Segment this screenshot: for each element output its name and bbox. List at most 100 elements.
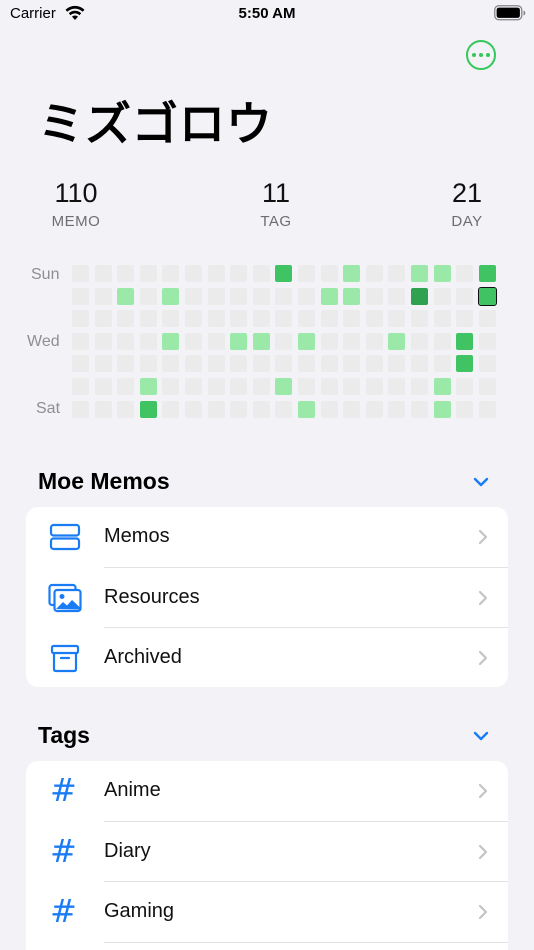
heatmap-cell (117, 265, 135, 282)
heatmap-cell (411, 332, 428, 350)
heatmap-cell (433, 378, 451, 395)
list-item-memos[interactable]: Memos (26, 507, 508, 568)
list-item-archived[interactable]: Archived (26, 628, 508, 687)
heatmap-cell (433, 332, 451, 350)
heatmap-cell (185, 287, 202, 305)
heatmap-cell (139, 310, 157, 328)
heatmap-cell (230, 355, 248, 373)
heatmap-cell (230, 332, 248, 350)
heatmap-cell (94, 332, 112, 350)
heatmap-cell (230, 265, 248, 282)
heatmap-cell (94, 378, 112, 395)
moe-memos-list: Memos Resources Archived (26, 507, 508, 687)
heatmap-cell (411, 400, 428, 418)
heatmap-cell (433, 310, 451, 328)
heatmap-cell (320, 310, 338, 328)
rectangles-stack-icon (49, 523, 81, 551)
heatmap-cell (252, 355, 270, 373)
heatmap-cell (230, 400, 248, 418)
heatmap-cell (252, 265, 270, 282)
heatmap-cell (365, 332, 383, 350)
heatmap-cell (433, 287, 451, 305)
heatmap-cell (433, 400, 451, 418)
heatmap-cell (456, 378, 474, 395)
list-item-tag-anime[interactable]: # Anime (26, 761, 508, 822)
heatmap-cell (388, 378, 406, 395)
tags-list: # Anime # Diary # Gaming (26, 761, 508, 950)
heatmap-cell (117, 378, 135, 395)
heatmap-cell (117, 400, 135, 418)
heatmap-cell (478, 265, 496, 282)
chevron-right-icon (478, 844, 488, 859)
list-item-label: Anime (104, 779, 161, 801)
heatmap-cell (275, 265, 293, 282)
photos-icon (48, 583, 82, 612)
heatmap-cell (139, 265, 157, 282)
heatmap-cell (343, 265, 361, 282)
heatmap-cell (275, 355, 293, 373)
heatmap-cell (207, 287, 225, 305)
heatmap-cell (343, 310, 361, 328)
list-item-tag-diary[interactable]: # Diary (26, 822, 508, 882)
heatmap-cell (117, 355, 135, 373)
list-item-label: Resources (104, 585, 200, 608)
heatmap-cell (207, 400, 225, 418)
heatmap-cell (185, 355, 202, 373)
heatmap-cell (388, 265, 406, 282)
heatmap-cell (185, 332, 202, 350)
heatmap-cell (72, 400, 89, 418)
collapse-tags-chevron-down-icon[interactable] (472, 730, 490, 742)
collapse-moe-memos-chevron-down-icon[interactable] (472, 476, 490, 488)
heatmap-cell (477, 286, 497, 306)
heatmap-cell (411, 355, 428, 373)
heatmap-cell (411, 378, 428, 395)
heatmap-cell (320, 332, 338, 350)
heatmap-cell (411, 287, 428, 305)
heatmap-cell (478, 332, 496, 350)
heatmap-cell (365, 265, 383, 282)
heatmap-cell (320, 287, 338, 305)
heatmap-cell (139, 287, 157, 305)
heatmap-cell (343, 287, 361, 305)
heatmap-cell (207, 355, 225, 373)
heatmap-cell (298, 400, 315, 418)
heatmap-cell (72, 265, 89, 282)
heatmap-cell (478, 378, 496, 395)
heatmap-cell (139, 332, 157, 350)
heatmap-cell (94, 400, 112, 418)
heatmap-cell (388, 310, 406, 328)
heatmap-cell (456, 332, 474, 350)
heatmap-cell (230, 378, 248, 395)
heatmap-cell (456, 287, 474, 305)
chevron-right-icon (478, 529, 488, 545)
heatmap-cell (433, 355, 451, 373)
heatmap-cell (139, 355, 157, 373)
heatmap-cell (320, 265, 338, 282)
heatmap-cell (185, 400, 202, 418)
heatmap-cell (343, 378, 361, 395)
heatmap-cell (94, 265, 112, 282)
heatmap-cell (298, 287, 315, 305)
list-item-label: Diary (104, 839, 151, 862)
heatmap-cell (365, 310, 383, 328)
hashtag-icon: # (50, 892, 77, 930)
list-item-tag-gaming[interactable]: # Gaming (26, 882, 508, 943)
list-item-resources[interactable]: Resources (26, 568, 508, 628)
heatmap-cell (275, 332, 293, 350)
heatmap-cell (275, 378, 293, 395)
heatmap-cell (139, 400, 157, 418)
hashtag-icon: # (50, 831, 77, 870)
heatmap-cell (185, 378, 202, 395)
heatmap-cell (365, 400, 383, 418)
heatmap-cell (365, 378, 383, 395)
list-item-label: Gaming (104, 900, 175, 922)
heatmap-cell (94, 287, 112, 305)
heatmap-cell (72, 287, 89, 305)
heatmap-cell (252, 332, 270, 350)
activity-heatmap (0, 0, 534, 430)
heatmap-cell (72, 310, 89, 328)
heatmap-cell (162, 355, 180, 373)
heatmap-cell (388, 332, 406, 350)
heatmap-cell (343, 332, 361, 350)
chevron-right-icon (478, 650, 488, 666)
